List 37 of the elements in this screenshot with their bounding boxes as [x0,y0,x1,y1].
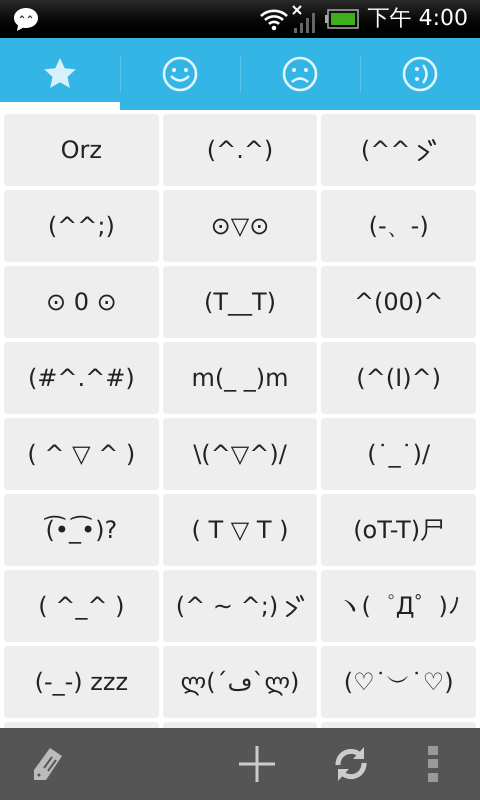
emoticon-cell[interactable]: m(_ _)m [162,342,318,414]
emoticon-cell[interactable]: ( ^ ▽ ^ ) [4,418,159,490]
smiley-icon [162,56,198,92]
emoticon-cell[interactable]: (T__T) [162,266,318,338]
emoticon-cell[interactable]: \(^▽^)/ [162,418,318,490]
emoticon-cell[interactable]: Orz [4,114,159,186]
emoticon-cell[interactable] [321,722,476,728]
emoticon-cell[interactable]: (#^.^#) [4,342,159,414]
wifi-icon [258,7,289,31]
emoticon-cell[interactable]: ( ^_^ ) [4,570,159,642]
status-time: 下午 4:00 [368,8,468,30]
emoticon-cell[interactable]: (͡•_͡•)? [4,494,159,566]
emoticon-cell[interactable]: (oT-T)尸 [321,494,476,566]
emoticon-cell[interactable]: (-、-) [321,190,476,262]
refresh-icon[interactable] [334,745,368,783]
emoticon-cell[interactable]: (^(I)^) [321,342,476,414]
emoticon-cell[interactable]: (♡˙︶˙♡) [321,646,476,718]
emoticon-cell[interactable] [4,722,159,728]
emoticon-cell[interactable]: ლ(´ڡ`ლ) [162,646,318,718]
emoticon-cell[interactable]: (^^ [321,114,476,186]
emoticon-cell[interactable]: ( T ▽ T ) [162,494,318,566]
overflow-menu-icon[interactable] [428,746,438,782]
emoticon-cell[interactable]: (-_-) zzz [4,646,159,718]
battery-icon [324,9,360,29]
emoticon-cell[interactable]: ^(00)^ [321,266,476,338]
emoticon-cell[interactable]: ⊙ 0 ⊙ [4,266,159,338]
emoticon-cell[interactable]: (˙_˙)/ [321,418,476,490]
wink-face-icon [402,56,438,92]
chat-bubble-icon [12,6,40,32]
emoticon-cell[interactable]: (^.^) [162,114,318,186]
emoticon-cell[interactable]: (^ ~ ^;) [162,570,318,642]
emoticon-cell[interactable]: (^^;) [4,190,159,262]
emoticon-cell[interactable]: ヽ(゜Д゜)ﾉ [321,570,476,642]
emoticon-cell[interactable] [162,722,318,728]
add-icon[interactable] [238,745,276,783]
sad-face-icon [282,56,318,92]
emoticon-cell[interactable]: ⊙▽⊙ [162,190,318,262]
